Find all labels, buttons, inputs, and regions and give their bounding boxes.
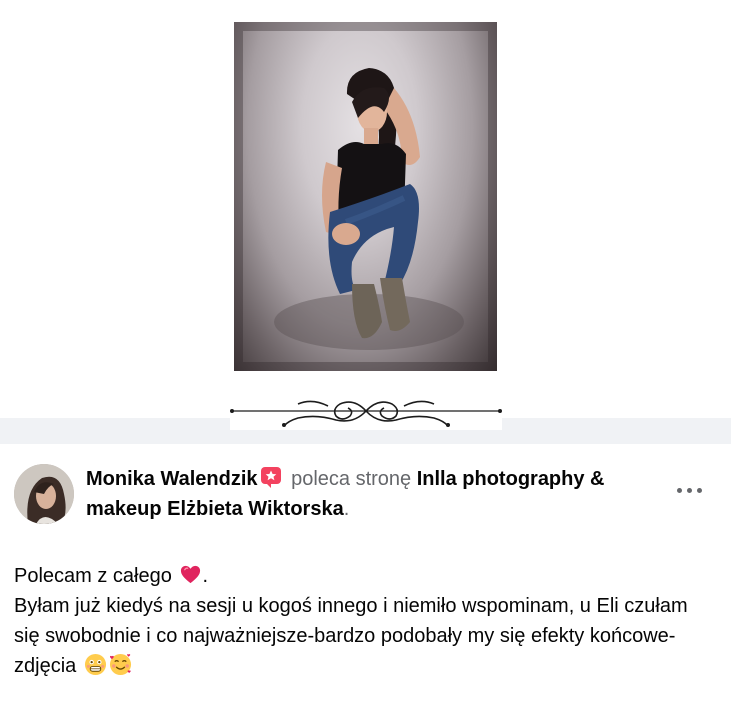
post-body: Polecam z całego . Byłam już kiedyś na s…	[14, 561, 714, 681]
more-horizontal-icon-dot	[697, 488, 702, 493]
portrait-photo	[234, 22, 497, 371]
post-body-line1-end: .	[202, 565, 208, 587]
smiling-face-with-hearts-emoji-icon	[109, 653, 132, 676]
divider-band-left	[0, 418, 230, 430]
post-body-line1: Polecam z całego .	[14, 561, 714, 591]
header-period: .	[343, 498, 350, 520]
heart-emoji-icon	[179, 563, 202, 586]
post-header: Monika Walendzik poleca stronę Inlla pho…	[86, 464, 676, 524]
divider-band	[0, 430, 731, 444]
recommendation-post: Monika Walendzik poleca stronę Inlla pho…	[0, 444, 731, 710]
divider-band-right	[502, 418, 731, 430]
post-body-line1-text: Polecam z całego	[14, 565, 172, 587]
post-body-line2: Byłam już kiedyś na sesji u kogoś innego…	[14, 591, 714, 681]
more-horizontal-icon	[677, 488, 682, 493]
flushed-grin-emoji-icon	[84, 653, 107, 676]
more-horizontal-icon-dot	[687, 488, 692, 493]
ornamental-divider-icon	[228, 392, 504, 430]
recommends-text: poleca stronę	[291, 468, 412, 490]
author-name[interactable]: Monika Walendzik	[86, 468, 258, 490]
recommendation-star-icon	[260, 466, 282, 488]
avatar[interactable]	[14, 464, 74, 524]
review-page: Monika Walendzik poleca stronę Inlla pho…	[0, 0, 731, 710]
more-options-button[interactable]	[670, 474, 710, 504]
